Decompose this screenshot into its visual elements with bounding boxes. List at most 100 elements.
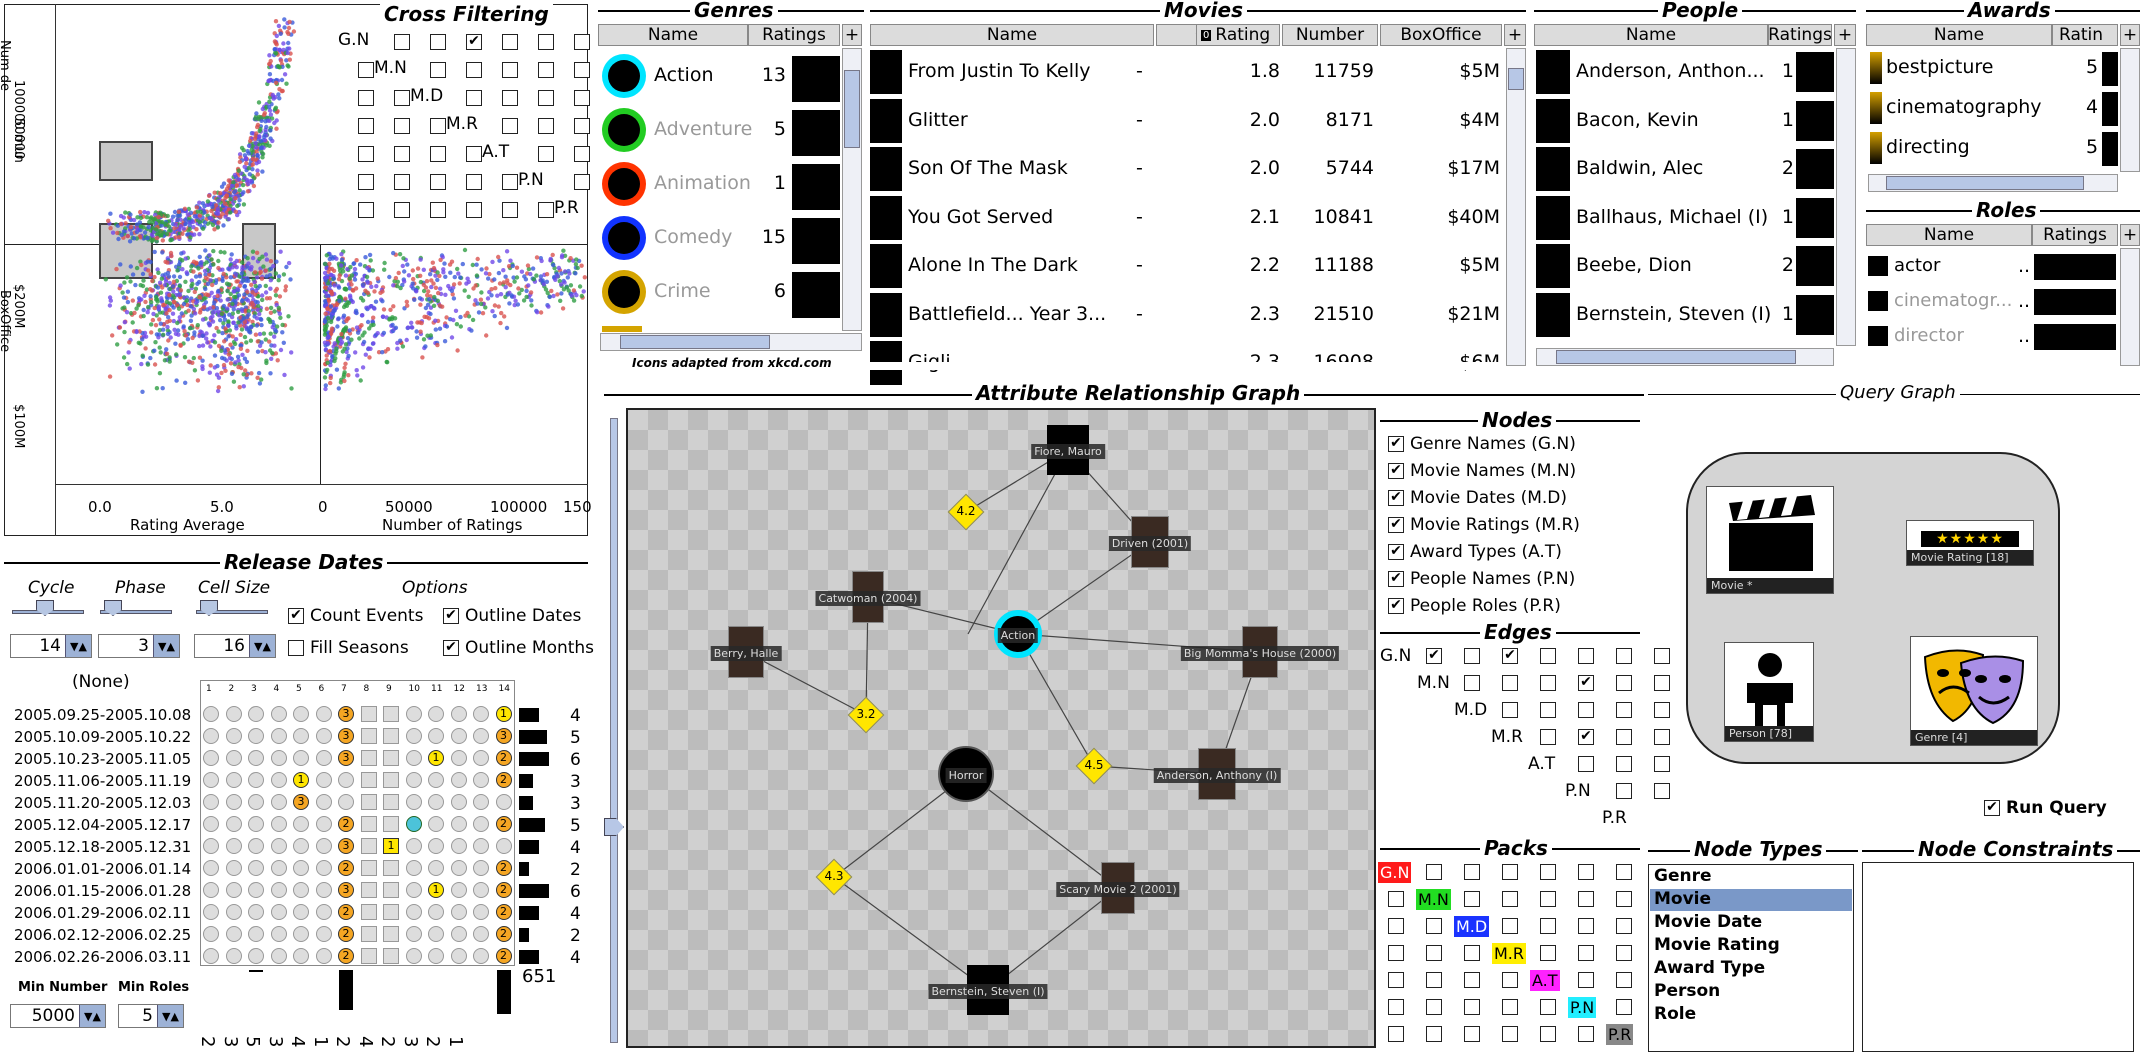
calendar-cell[interactable]: [338, 772, 354, 788]
calendar-cell[interactable]: [450, 904, 467, 920]
cross-filter-checkbox[interactable]: [466, 62, 482, 78]
calendar-cell[interactable]: [225, 706, 242, 722]
cross-filter-checkbox[interactable]: [394, 34, 410, 50]
movie-poster[interactable]: [870, 292, 902, 337]
awards-hscroll-thumb[interactable]: [1886, 176, 2084, 190]
arg-canvas[interactable]: Fiore, Mauro Driven (2001) Catwoman (2004)…: [626, 408, 1376, 1048]
node-type-item[interactable]: Award Type: [1650, 958, 1852, 980]
calendar-event-cell[interactable]: 2: [338, 926, 354, 942]
movie-clip[interactable]: -: [1136, 157, 1143, 179]
people-hscroll-thumb[interactable]: [1556, 350, 1796, 364]
pack-checkbox[interactable]: [1616, 999, 1632, 1015]
roles-add-button[interactable]: +: [2120, 224, 2140, 246]
genres-col-ratings[interactable]: Ratings: [748, 24, 840, 46]
pack-checkbox[interactable]: [1616, 891, 1632, 907]
pack-checkbox[interactable]: [1388, 945, 1404, 961]
calendar-cell[interactable]: [315, 772, 332, 788]
calendar-cell[interactable]: [338, 794, 354, 810]
pack-label[interactable]: M.R: [1492, 943, 1527, 964]
people-add-button[interactable]: +: [1834, 24, 1856, 46]
movie-name[interactable]: Battlefield... Year 3...: [908, 303, 1106, 325]
calendar-cell[interactable]: [293, 860, 309, 876]
calendar-cell[interactable]: [270, 904, 287, 920]
calendar-cell[interactable]: [450, 882, 467, 898]
cross-filter-checkbox[interactable]: [538, 118, 554, 134]
pack-checkbox[interactable]: [1540, 891, 1556, 907]
cross-filter-checkbox[interactable]: [538, 62, 554, 78]
calendar-cell[interactable]: [270, 750, 287, 766]
pack-checkbox[interactable]: [1388, 891, 1404, 907]
person-name[interactable]: Beebe, Dion: [1576, 254, 1692, 276]
calendar-cell[interactable]: [473, 750, 489, 766]
pack-checkbox[interactable]: [1426, 972, 1442, 988]
awards-col-name[interactable]: Name: [1866, 24, 2052, 46]
cross-filter-checkbox[interactable]: [466, 34, 482, 50]
cross-filter-checkbox[interactable]: [430, 62, 446, 78]
calendar-cell[interactable]: [360, 816, 377, 832]
calendar-event-cell[interactable]: 2: [495, 882, 512, 898]
movie-poster[interactable]: [870, 147, 902, 191]
cross-filter-checkbox[interactable]: [394, 118, 410, 134]
movie-name[interactable]: From Justin To Kelly: [908, 60, 1091, 82]
pack-checkbox[interactable]: [1578, 864, 1594, 880]
pack-checkbox[interactable]: [1502, 1026, 1518, 1042]
calendar-cell[interactable]: [450, 728, 467, 744]
pack-label[interactable]: A.T: [1530, 970, 1560, 991]
calendar-cell[interactable]: [203, 706, 219, 722]
pack-checkbox[interactable]: [1616, 918, 1632, 934]
calendar-cell[interactable]: [473, 860, 489, 876]
award-name[interactable]: bestpicture: [1886, 56, 1993, 78]
node-type-checkbox[interactable]: [1388, 517, 1404, 533]
calendar-cell[interactable]: [293, 728, 309, 744]
cross-filter-checkbox[interactable]: [394, 90, 410, 106]
people-scrollbar[interactable]: [1836, 48, 1856, 346]
calendar-cell[interactable]: [428, 948, 444, 964]
spinner-arrows-icon[interactable]: ▼▲: [153, 635, 179, 657]
cross-filter-checkbox[interactable]: [358, 90, 374, 106]
node-type-checkbox[interactable]: [1388, 490, 1404, 506]
calendar-cell[interactable]: [360, 728, 377, 744]
calendar-cell[interactable]: [225, 904, 242, 920]
calendar-cell[interactable]: [405, 904, 422, 920]
calendar-cell[interactable]: [270, 838, 287, 854]
calendar-cell[interactable]: [428, 838, 444, 854]
phase-spinner[interactable]: 3 ▼▲: [98, 634, 180, 658]
pack-checkbox[interactable]: [1540, 864, 1556, 880]
pack-checkbox[interactable]: [1502, 972, 1518, 988]
pack-checkbox[interactable]: [1616, 945, 1632, 961]
cycle-spinner[interactable]: 14 ▼▲: [10, 634, 92, 658]
pack-checkbox[interactable]: [1388, 1026, 1404, 1042]
calendar-cell[interactable]: [270, 860, 287, 876]
person-node[interactable]: Person [78]: [1724, 642, 1814, 742]
genre-icon[interactable]: [608, 222, 640, 254]
calendar-cell[interactable]: [315, 706, 332, 722]
edge-checkbox[interactable]: [1654, 648, 1670, 664]
calendar-cell[interactable]: [248, 838, 264, 854]
movie-clip[interactable]: -: [1136, 60, 1143, 82]
person-name[interactable]: Ballhaus, Michael (I): [1576, 206, 1768, 228]
cross-filter-checkbox[interactable]: [394, 202, 410, 218]
calendar-cell[interactable]: [473, 794, 489, 810]
cross-filter-checkbox[interactable]: [574, 146, 590, 162]
pack-checkbox[interactable]: [1578, 972, 1594, 988]
calendar-cell[interactable]: [428, 772, 444, 788]
calendar-cell[interactable]: [360, 750, 377, 766]
edge-checkbox[interactable]: [1464, 675, 1480, 691]
edge-checkbox[interactable]: [1426, 648, 1442, 664]
calendar-cell[interactable]: [315, 728, 332, 744]
cross-filter-checkbox[interactable]: [502, 174, 518, 190]
calendar-cell[interactable]: [405, 772, 422, 788]
calendar-cell[interactable]: [225, 882, 242, 898]
edge-checkbox[interactable]: [1616, 702, 1632, 718]
pack-checkbox[interactable]: [1426, 945, 1442, 961]
calendar-cell[interactable]: [360, 794, 377, 810]
calendar-cell[interactable]: [315, 926, 332, 942]
calendar-cell[interactable]: [248, 794, 264, 810]
outline-months-checkbox[interactable]: [443, 640, 459, 656]
pack-checkbox[interactable]: [1540, 945, 1556, 961]
pack-checkbox[interactable]: [1502, 918, 1518, 934]
calendar-cell[interactable]: [203, 728, 219, 744]
person-photo[interactable]: [1536, 147, 1570, 191]
pack-label[interactable]: P.N: [1568, 997, 1597, 1018]
calendar-cell[interactable]: [383, 772, 399, 788]
